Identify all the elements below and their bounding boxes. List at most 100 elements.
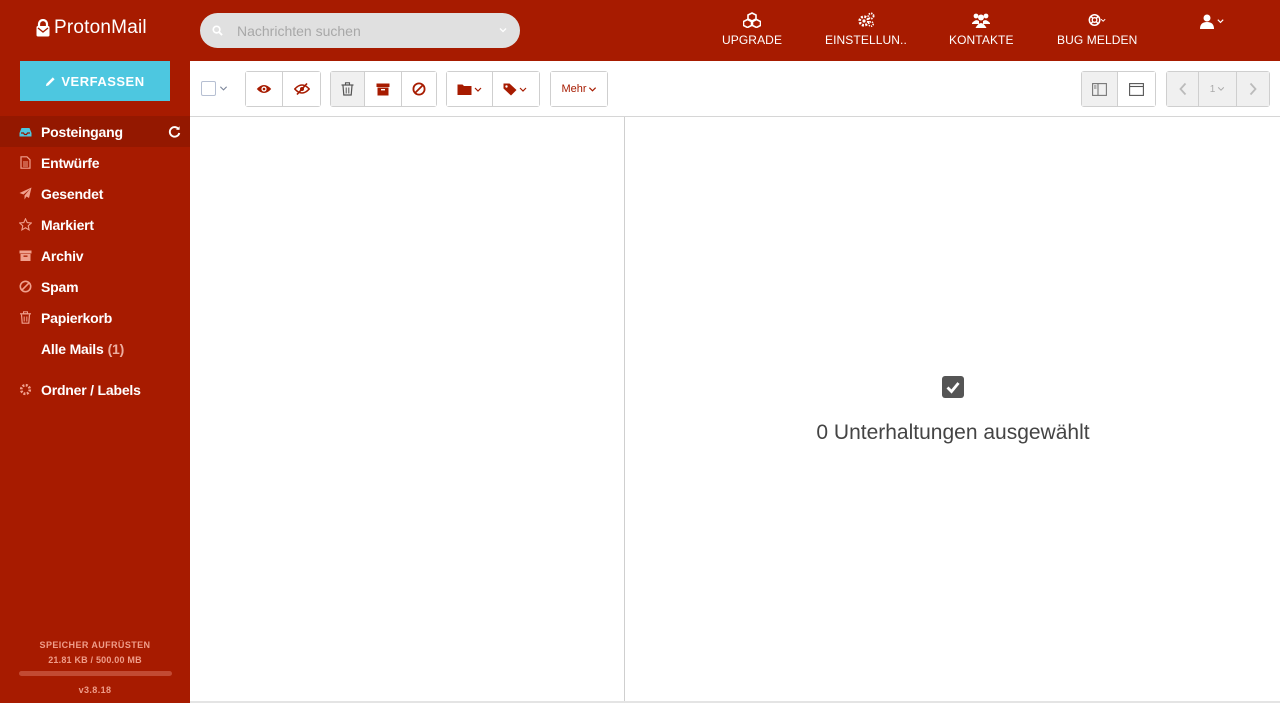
more-label: Mehr: [561, 83, 587, 95]
sidebar-item-label: Ordner / Labels: [41, 381, 141, 398]
sidebar-item-trash[interactable]: Papierkorb: [0, 302, 190, 333]
unread-count: (1): [107, 340, 125, 357]
top-header: ProtonMail UPGRADE EINSTELLUN..: [0, 0, 1280, 61]
columns-icon: [1092, 82, 1107, 96]
message-toolbar: Mehr 1: [190, 61, 1280, 117]
sidebar-item-label: Alle Mails: [41, 340, 104, 357]
sidebar-item-label: Gesendet: [41, 185, 104, 202]
page-select[interactable]: 1: [1199, 72, 1237, 106]
chevron-down-icon[interactable]: [498, 25, 508, 35]
nav-contacts-label: KONTAKTE: [949, 33, 1014, 47]
ban-icon: [412, 82, 426, 96]
chevron-down-icon[interactable]: [219, 84, 228, 93]
sidebar-item-label: Archiv: [41, 247, 84, 264]
spam-button[interactable]: [402, 72, 436, 106]
compose-button[interactable]: VERFASSEN: [20, 61, 170, 101]
ban-icon: [19, 280, 32, 293]
star-icon: [19, 218, 32, 231]
pagination-group: 1: [1166, 71, 1270, 107]
sidebar-item-label: Markiert: [41, 216, 94, 233]
sidebar-item-label: Entwürfe: [41, 154, 100, 171]
chevron-down-icon: [1218, 87, 1225, 91]
nav-settings-label: EINSTELLUN..: [825, 33, 907, 47]
sidebar-item-sent[interactable]: Gesendet: [0, 178, 190, 209]
nav-contacts[interactable]: KONTAKTE: [949, 12, 1014, 47]
mark-unread-button[interactable]: [283, 72, 320, 106]
conversation-list[interactable]: [190, 117, 625, 703]
search-input[interactable]: [237, 22, 477, 39]
file-icon: [20, 156, 31, 169]
split-view-button[interactable]: [1082, 72, 1118, 106]
reading-pane: 0 Unterhaltungen ausgewählt: [626, 117, 1280, 703]
more-actions-group: Mehr: [550, 71, 608, 107]
folder-icon: [457, 84, 481, 95]
inbox-icon: [19, 128, 32, 137]
pencil-icon: [46, 76, 55, 86]
chevron-right-icon: [1249, 82, 1257, 96]
gear-icon: [19, 383, 32, 396]
user-icon: [1200, 14, 1214, 29]
chevron-left-icon: [1178, 82, 1186, 96]
read-actions-group: [245, 71, 321, 107]
tag-icon: [503, 83, 527, 95]
sidebar-item-all-mail[interactable]: Alle Mails (1): [0, 333, 190, 364]
list-view-button[interactable]: [1118, 72, 1155, 106]
nav-upgrade-label: UPGRADE: [722, 33, 783, 47]
lifebuoy-icon: [1088, 14, 1106, 26]
trash-icon: [20, 311, 31, 324]
sidebar-item-label: Posteingang: [41, 123, 123, 140]
sidebar-item-folders-labels[interactable]: Ordner / Labels: [0, 374, 190, 405]
trash-icon: [341, 82, 354, 96]
sidebar-item-label: Papierkorb: [41, 309, 113, 326]
sidebar: VERFASSEN Posteingang Entwürfe Gesendet …: [0, 61, 190, 703]
previous-page-button[interactable]: [1167, 72, 1199, 106]
users-icon: [972, 13, 991, 28]
sidebar-item-archive[interactable]: Archiv: [0, 240, 190, 271]
more-button[interactable]: Mehr: [551, 72, 607, 106]
trash-button[interactable]: [331, 72, 365, 106]
sidebar-item-starred[interactable]: Markiert: [0, 209, 190, 240]
chevron-down-icon: [588, 86, 596, 92]
layout-toggle-group: [1081, 71, 1156, 107]
lock-icon: [36, 19, 50, 37]
compose-label: VERFASSEN: [61, 73, 145, 89]
user-menu[interactable]: [1200, 14, 1225, 29]
refresh-icon[interactable]: [168, 125, 181, 138]
storage-info: SPEICHER AUFRÜSTEN 21.81 KB / 500.00 MB …: [0, 640, 190, 695]
nav-upgrade[interactable]: UPGRADE: [722, 12, 782, 47]
cubes-icon: [743, 12, 762, 28]
protonmail-logo[interactable]: ProtonMail: [36, 14, 147, 42]
next-page-button[interactable]: [1237, 72, 1269, 106]
organize-actions-group: [446, 71, 540, 107]
nav-settings[interactable]: EINSTELLUN..: [825, 12, 907, 47]
folder-menu: Posteingang Entwürfe Gesendet Markiert A…: [0, 116, 190, 405]
archive-button[interactable]: [365, 72, 402, 106]
apply-label-button[interactable]: [493, 72, 539, 106]
app-version: v3.8.18: [78, 685, 112, 695]
paper-plane-icon: [19, 187, 32, 200]
window-icon: [1129, 82, 1144, 96]
archive-icon: [376, 83, 390, 95]
move-actions-group: [330, 71, 437, 107]
sidebar-item-drafts[interactable]: Entwürfe: [0, 147, 190, 178]
storage-upgrade-link[interactable]: SPEICHER AUFRÜSTEN: [0, 640, 190, 650]
nav-bug-report-label: BUG MELDEN: [1057, 33, 1138, 47]
chevron-down-icon: [1217, 19, 1224, 24]
checkbox[interactable]: [201, 81, 216, 96]
sidebar-item-inbox[interactable]: Posteingang: [0, 116, 190, 147]
eye-icon: [256, 85, 272, 93]
select-all-checkbox[interactable]: [201, 81, 228, 96]
page-number: 1: [1209, 83, 1216, 95]
mark-read-button[interactable]: [246, 72, 283, 106]
move-to-folder-button[interactable]: [447, 72, 493, 106]
archive-icon: [19, 250, 32, 261]
nav-bug-report[interactable]: BUG MELDEN: [1057, 12, 1137, 47]
sidebar-item-spam[interactable]: Spam: [0, 271, 190, 302]
check-square-icon: [942, 376, 964, 398]
search-bar[interactable]: [200, 13, 520, 48]
storage-usage: 21.81 KB / 500.00 MB: [48, 655, 142, 665]
gears-icon: [858, 12, 875, 28]
search-icon: [212, 25, 223, 36]
sidebar-item-label: Spam: [41, 278, 79, 295]
selection-status: 0 Unterhaltungen ausgewählt: [816, 421, 1090, 444]
